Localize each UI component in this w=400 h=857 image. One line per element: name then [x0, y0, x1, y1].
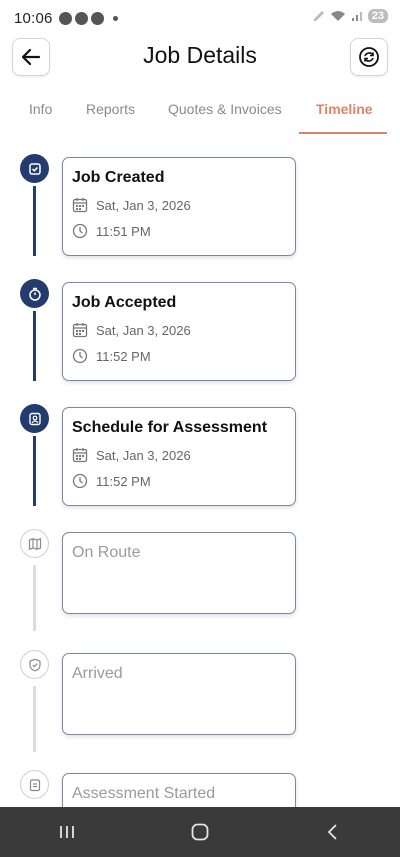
timeline-card-schedule-assessment[interactable]: Schedule for Assessment Sat, Jan 3, 2026… [62, 407, 296, 506]
status-bar: 10:06 23 [0, 0, 400, 36]
calendar-icon [72, 198, 88, 213]
timeline-node-job-accepted [20, 279, 49, 308]
clock-icon [72, 223, 88, 239]
signal-icon [351, 12, 362, 21]
messages-icon [58, 11, 72, 25]
time-text: 11:51 PM [96, 223, 151, 239]
timeline-connector [33, 436, 36, 506]
recents-icon [59, 826, 74, 838]
notification-icons [58, 11, 118, 25]
system-icons: 23 [313, 9, 388, 23]
screenshot-icon [74, 11, 88, 25]
status-time: 10:06 [14, 9, 53, 27]
time-text: 11:52 PM [96, 473, 151, 489]
active-tab-indicator [299, 132, 387, 134]
date-row: Sat, Jan 3, 2026 [72, 322, 286, 338]
person-badge-icon [28, 412, 41, 425]
recents-button[interactable] [37, 812, 97, 852]
battery-indicator: 23 [367, 9, 388, 23]
clock-icon [72, 473, 88, 489]
system-nav-bar [0, 807, 400, 857]
home-icon [191, 823, 209, 841]
more-dot-icon [112, 15, 118, 21]
refresh-icon [359, 47, 379, 67]
timeline-node-assessment-started [20, 770, 49, 799]
card-title: Schedule for Assessment [72, 419, 268, 436]
tab-info[interactable]: Info [29, 101, 52, 117]
timeline-node-arrived [20, 650, 49, 679]
refresh-button[interactable] [350, 38, 388, 76]
date-text: Sat, Jan 3, 2026 [96, 322, 191, 338]
timeline-card-job-accepted[interactable]: Job Accepted Sat, Jan 3, 2026 11:52 PM [62, 282, 296, 381]
clock-icon [72, 348, 88, 364]
tab-bar: Info Reports Quotes & Invoices Timeline [0, 92, 400, 136]
map-icon [28, 537, 41, 550]
timeline-connector [33, 565, 36, 631]
date-text: Sat, Jan 3, 2026 [96, 197, 191, 213]
timeline-card-on-route[interactable]: On Route [62, 532, 296, 614]
tab-timeline[interactable]: Timeline [316, 101, 373, 117]
shield-check-icon [28, 658, 41, 671]
timeline-node-job-created [20, 154, 49, 183]
card-title: On Route [72, 544, 141, 561]
home-button[interactable] [170, 812, 230, 852]
calendar-icon [72, 323, 88, 338]
time-row: 11:52 PM [72, 473, 286, 489]
time-row: 11:52 PM [72, 348, 286, 364]
date-text: Sat, Jan 3, 2026 [96, 447, 191, 463]
timeline-connector [33, 686, 36, 752]
card-title: Job Accepted [72, 294, 177, 311]
media-icon [90, 11, 104, 25]
back-chevron-icon [328, 824, 337, 840]
clipboard-icon [29, 778, 40, 791]
card-title: Job Created [72, 169, 165, 186]
timeline-card-job-created[interactable]: Job Created Sat, Jan 3, 2026 11:51 PM [62, 157, 296, 256]
pen-icon [313, 11, 324, 21]
card-title: Assessment Started [72, 785, 216, 802]
timeline-node-schedule-assessment [20, 404, 49, 433]
page-title: Job Details [143, 42, 257, 68]
calendar-icon [72, 448, 88, 463]
timeline-connector [33, 311, 36, 381]
card-title: Arrived [72, 665, 123, 682]
timer-icon [28, 287, 41, 301]
calendar-check-icon [28, 162, 41, 175]
date-row: Sat, Jan 3, 2026 [72, 447, 286, 463]
timeline-node-on-route [20, 529, 49, 558]
tab-quotes-invoices[interactable]: Quotes & Invoices [168, 101, 282, 117]
system-back-button[interactable] [303, 812, 363, 852]
tab-reports[interactable]: Reports [86, 101, 135, 117]
app-header: Job Details [0, 36, 400, 80]
timeline-card-arrived[interactable]: Arrived [62, 653, 296, 735]
date-row: Sat, Jan 3, 2026 [72, 197, 286, 213]
timeline-connector [33, 186, 36, 256]
wifi-icon [330, 11, 345, 21]
time-text: 11:52 PM [96, 348, 151, 364]
time-row: 11:51 PM [72, 223, 286, 239]
